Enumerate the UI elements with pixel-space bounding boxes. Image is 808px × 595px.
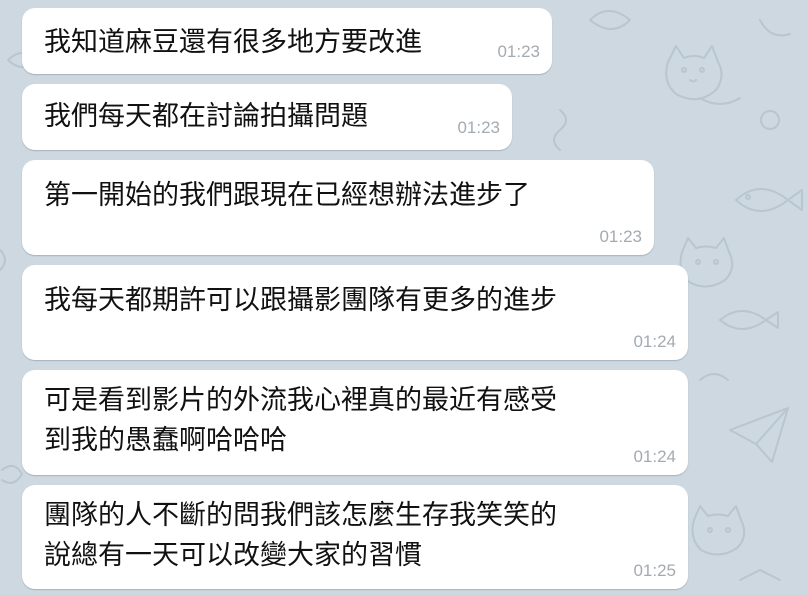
swirl-doodle — [699, 373, 729, 381]
message-bubble[interactable]: 我知道麻豆還有很多地方要改進 01:23 — [22, 8, 552, 74]
message-text: 我們每天都在討論拍攝問題 — [44, 101, 368, 132]
message-timestamp: 01:24 — [633, 332, 676, 351]
message-text: 我知道麻豆還有很多地方要改進 — [44, 27, 422, 58]
message-bubble[interactable]: 團隊的人不斷的問我們該怎麼生存我笑笑的 說總有一天可以改變大家的習慣 01:25 — [22, 485, 688, 589]
fish-doodle-icon — [719, 310, 779, 330]
fish-doodle-icon — [735, 188, 803, 212]
message-bubble[interactable]: 第一開始的我們跟現在已經想辦法進步了 01:23 — [22, 160, 654, 255]
swirl-doodle — [739, 569, 781, 581]
message-timestamp: 01:23 — [497, 42, 540, 61]
message-timestamp: 01:24 — [633, 447, 676, 466]
message-timestamp: 01:23 — [457, 118, 500, 137]
fish-doodle-icon — [589, 10, 631, 30]
message-text-line-2: 到我的愚蠢啊哈哈哈 — [44, 425, 287, 456]
message-bubble[interactable]: 我們每天都在討論拍攝問題 01:23 — [22, 84, 512, 150]
message-text-line-2: 說總有一天可以改變大家的習慣 — [44, 540, 422, 571]
cat-doodle-icon — [691, 505, 746, 556]
message-bubble[interactable]: 我每天都期許可以跟攝影團隊有更多的進步 01:24 — [22, 265, 688, 360]
dot-doodle — [760, 110, 780, 130]
swirl-doodle — [1, 464, 23, 484]
message-timestamp: 01:23 — [599, 227, 642, 246]
paper-plane-doodle-icon — [729, 407, 789, 463]
message-text: 我每天都期許可以跟攝影團隊有更多的進步 — [44, 285, 557, 316]
message-text-line-1: 團隊的人不斷的問我們該怎麼生存我笑笑的 — [44, 500, 557, 531]
message-text: 第一開始的我們跟現在已經想辦法進步了 — [44, 180, 530, 211]
swirl-doodle — [759, 19, 791, 37]
swirl-doodle — [0, 249, 6, 271]
cat-doodle-icon — [665, 45, 741, 105]
message-bubble[interactable]: 可是看到影片的外流我心裡真的最近有感受 到我的愚蠢啊哈哈哈 01:24 — [22, 370, 688, 475]
message-text-line-1: 可是看到影片的外流我心裡真的最近有感受 — [44, 385, 557, 416]
swirl-doodle — [553, 109, 567, 151]
message-timestamp: 01:25 — [633, 561, 676, 580]
cat-doodle-icon — [679, 237, 734, 288]
